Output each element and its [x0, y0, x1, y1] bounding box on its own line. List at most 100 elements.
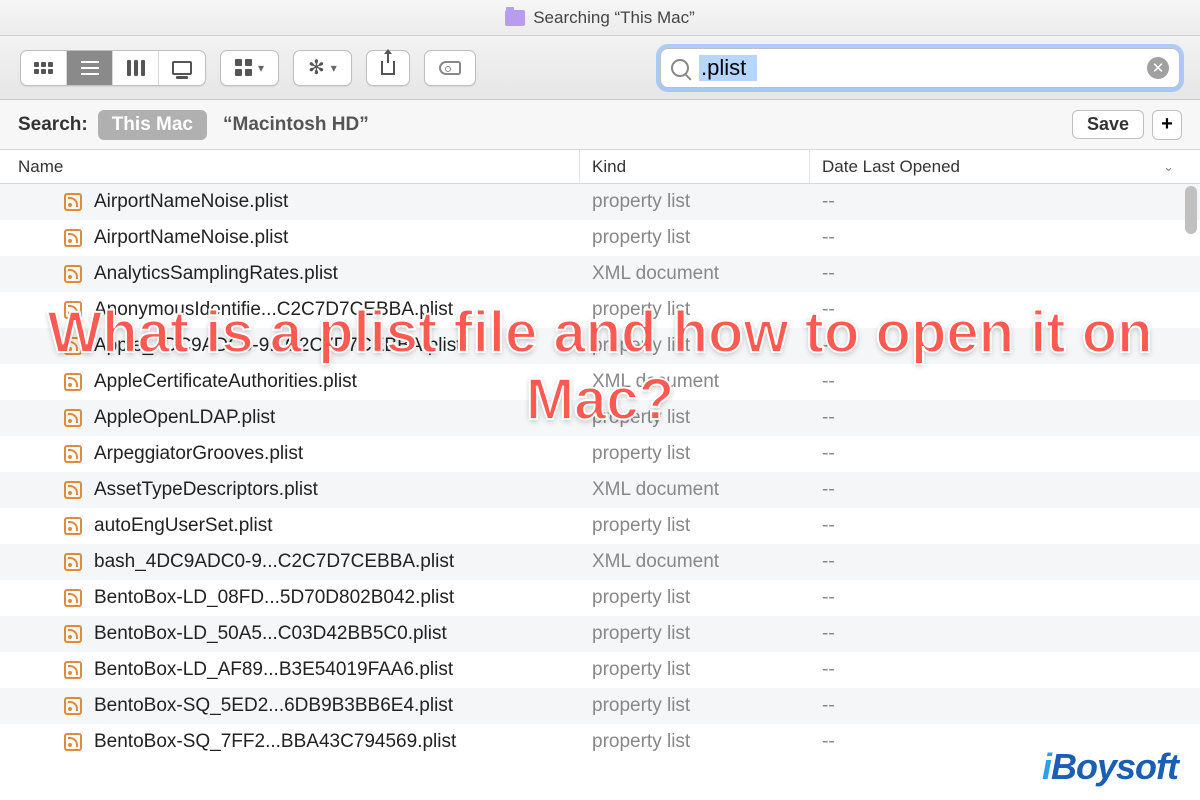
file-kind: XML document — [580, 479, 810, 501]
file-date: -- — [810, 659, 1200, 681]
file-kind: XML document — [580, 551, 810, 573]
view-gallery-button[interactable] — [159, 51, 205, 85]
plist-file-icon — [64, 697, 82, 715]
plist-file-icon — [64, 301, 82, 319]
toolbar: ▾ ✻ ▾ ✕ — [0, 36, 1200, 100]
file-date: -- — [810, 587, 1200, 609]
table-row[interactable]: autoEngUserSet.plist property list-- — [0, 508, 1200, 544]
folder-icon — [505, 10, 525, 26]
plist-file-icon — [64, 445, 82, 463]
scope-macintosh-hd[interactable]: “Macintosh HD” — [223, 114, 369, 136]
file-kind: property list — [580, 659, 810, 681]
window-titlebar: Searching “This Mac” — [0, 0, 1200, 36]
file-list: AirportNameNoise.plistproperty list--Air… — [0, 184, 1200, 800]
plist-file-icon — [64, 373, 82, 391]
file-kind: property list — [580, 335, 810, 357]
table-row[interactable]: BentoBox-LD_AF89...B3E54019FAA6.plist pro… — [0, 652, 1200, 688]
share-button[interactable] — [366, 50, 410, 86]
scrollbar-thumb[interactable] — [1185, 186, 1197, 234]
tag-icon — [439, 61, 461, 75]
file-kind: property list — [580, 227, 810, 249]
file-name: AnalyticsSamplingRates.plist — [94, 263, 338, 285]
plist-file-icon — [64, 229, 82, 247]
window-title: Searching “This Mac” — [533, 8, 695, 28]
table-row[interactable]: BentoBox-LD_50A5...C03D42BB5C0.plistprop… — [0, 616, 1200, 652]
table-row[interactable]: AnalyticsSamplingRates.plist XML document… — [0, 256, 1200, 292]
file-kind: property list — [580, 515, 810, 537]
file-date: -- — [810, 227, 1200, 249]
action-menu-button[interactable]: ✻ ▾ — [293, 50, 352, 86]
file-kind: XML document — [580, 263, 810, 285]
file-date: -- — [810, 623, 1200, 645]
view-icon-button[interactable] — [21, 51, 67, 85]
table-row[interactable]: bash_4DC9ADC0-9...C2C7D7CEBBA.plist XML d… — [0, 544, 1200, 580]
view-mode-group — [20, 50, 206, 86]
file-date: -- — [810, 299, 1200, 321]
table-row[interactable]: AirportNameNoise.plistproperty list-- — [0, 184, 1200, 220]
table-row[interactable]: AppleOpenLDAP.plistproperty list-- — [0, 400, 1200, 436]
file-name: BentoBox-LD_AF89...B3E54019FAA6.plist — [94, 659, 453, 681]
plist-file-icon — [64, 553, 82, 571]
table-row[interactable]: AirportNameNoise.plist property list-- — [0, 220, 1200, 256]
tags-button[interactable] — [424, 50, 476, 86]
gallery-icon — [172, 61, 192, 75]
file-kind: property list — [580, 623, 810, 645]
file-kind: property list — [580, 299, 810, 321]
file-name: BentoBox-SQ_7FF2...BBA43C794569.plist — [94, 731, 456, 753]
plist-file-icon — [64, 193, 82, 211]
file-kind: property list — [580, 587, 810, 609]
plist-file-icon — [64, 481, 82, 499]
table-row[interactable]: AppleCertificateAuthorities.plistXML doc… — [0, 364, 1200, 400]
save-search-button[interactable]: Save — [1072, 110, 1144, 139]
file-name: BentoBox-LD_08FD...5D70D802B042.plist — [94, 587, 454, 609]
view-list-button[interactable] — [67, 51, 113, 85]
chevron-down-icon: ⌄ — [1163, 159, 1174, 175]
chevron-down-icon: ▾ — [258, 61, 264, 75]
file-name: autoEngUserSet.plist — [94, 515, 273, 537]
table-row[interactable]: BentoBox-LD_08FD...5D70D802B042.plist pro… — [0, 580, 1200, 616]
table-row[interactable]: Apple_4DC9ADC0-9...C2C7D7CEBBA.plist prop… — [0, 328, 1200, 364]
search-scope-bar: Search: This Mac “Macintosh HD” Save + — [0, 100, 1200, 150]
file-date: -- — [810, 551, 1200, 573]
file-name: Apple_4DC9ADC0-9...C2C7D7CEBBA.plist — [94, 335, 462, 357]
table-row[interactable]: ArpeggiatorGrooves.plistproperty list-- — [0, 436, 1200, 472]
scope-this-mac[interactable]: This Mac — [98, 110, 207, 140]
plist-file-icon — [64, 625, 82, 643]
list-icon — [81, 67, 99, 69]
file-name: BentoBox-SQ_5ED2...6DB9B3BB6E4.plist — [94, 695, 453, 717]
file-date: -- — [810, 479, 1200, 501]
gear-icon: ✻ — [308, 55, 325, 80]
file-name: AnonymousIdentifie...C2C7D7CEBBA.plist — [94, 299, 453, 321]
search-field-wrap: ✕ — [660, 48, 1180, 88]
table-row[interactable]: BentoBox-SQ_7FF2...BBA43C794569.plistpro… — [0, 724, 1200, 760]
plist-file-icon — [64, 589, 82, 607]
file-date: -- — [810, 443, 1200, 465]
view-column-button[interactable] — [113, 51, 159, 85]
file-kind: property list — [580, 443, 810, 465]
plist-file-icon — [64, 265, 82, 283]
table-row[interactable]: AnonymousIdentifie...C2C7D7CEBBA.plist pr… — [0, 292, 1200, 328]
file-name: AirportNameNoise.plist — [94, 191, 288, 213]
file-name: AirportNameNoise.plist — [94, 227, 288, 249]
add-criteria-button[interactable]: + — [1152, 110, 1182, 140]
clear-search-button[interactable]: ✕ — [1147, 57, 1169, 79]
file-date: -- — [810, 731, 1200, 753]
file-kind: property list — [580, 407, 810, 429]
file-kind: XML document — [580, 371, 810, 393]
file-date: -- — [810, 335, 1200, 357]
file-name: bash_4DC9ADC0-9...C2C7D7CEBBA.plist — [94, 551, 454, 573]
header-date[interactable]: Date Last Opened ⌄ — [810, 150, 1200, 183]
file-date: -- — [810, 515, 1200, 537]
table-row[interactable]: BentoBox-SQ_5ED2...6DB9B3BB6E4.plistprop… — [0, 688, 1200, 724]
table-row[interactable]: AssetTypeDescriptors.plistXML document-- — [0, 472, 1200, 508]
search-icon — [671, 59, 689, 77]
plist-file-icon — [64, 661, 82, 679]
chevron-down-icon: ▾ — [331, 61, 337, 75]
header-name[interactable]: Name — [0, 150, 580, 183]
group-button[interactable]: ▾ — [220, 50, 279, 86]
search-input[interactable] — [699, 55, 1147, 81]
plist-file-icon — [64, 517, 82, 535]
header-kind[interactable]: Kind — [580, 150, 810, 183]
column-headers: Name Kind Date Last Opened ⌄ — [0, 150, 1200, 184]
plist-file-icon — [64, 337, 82, 355]
